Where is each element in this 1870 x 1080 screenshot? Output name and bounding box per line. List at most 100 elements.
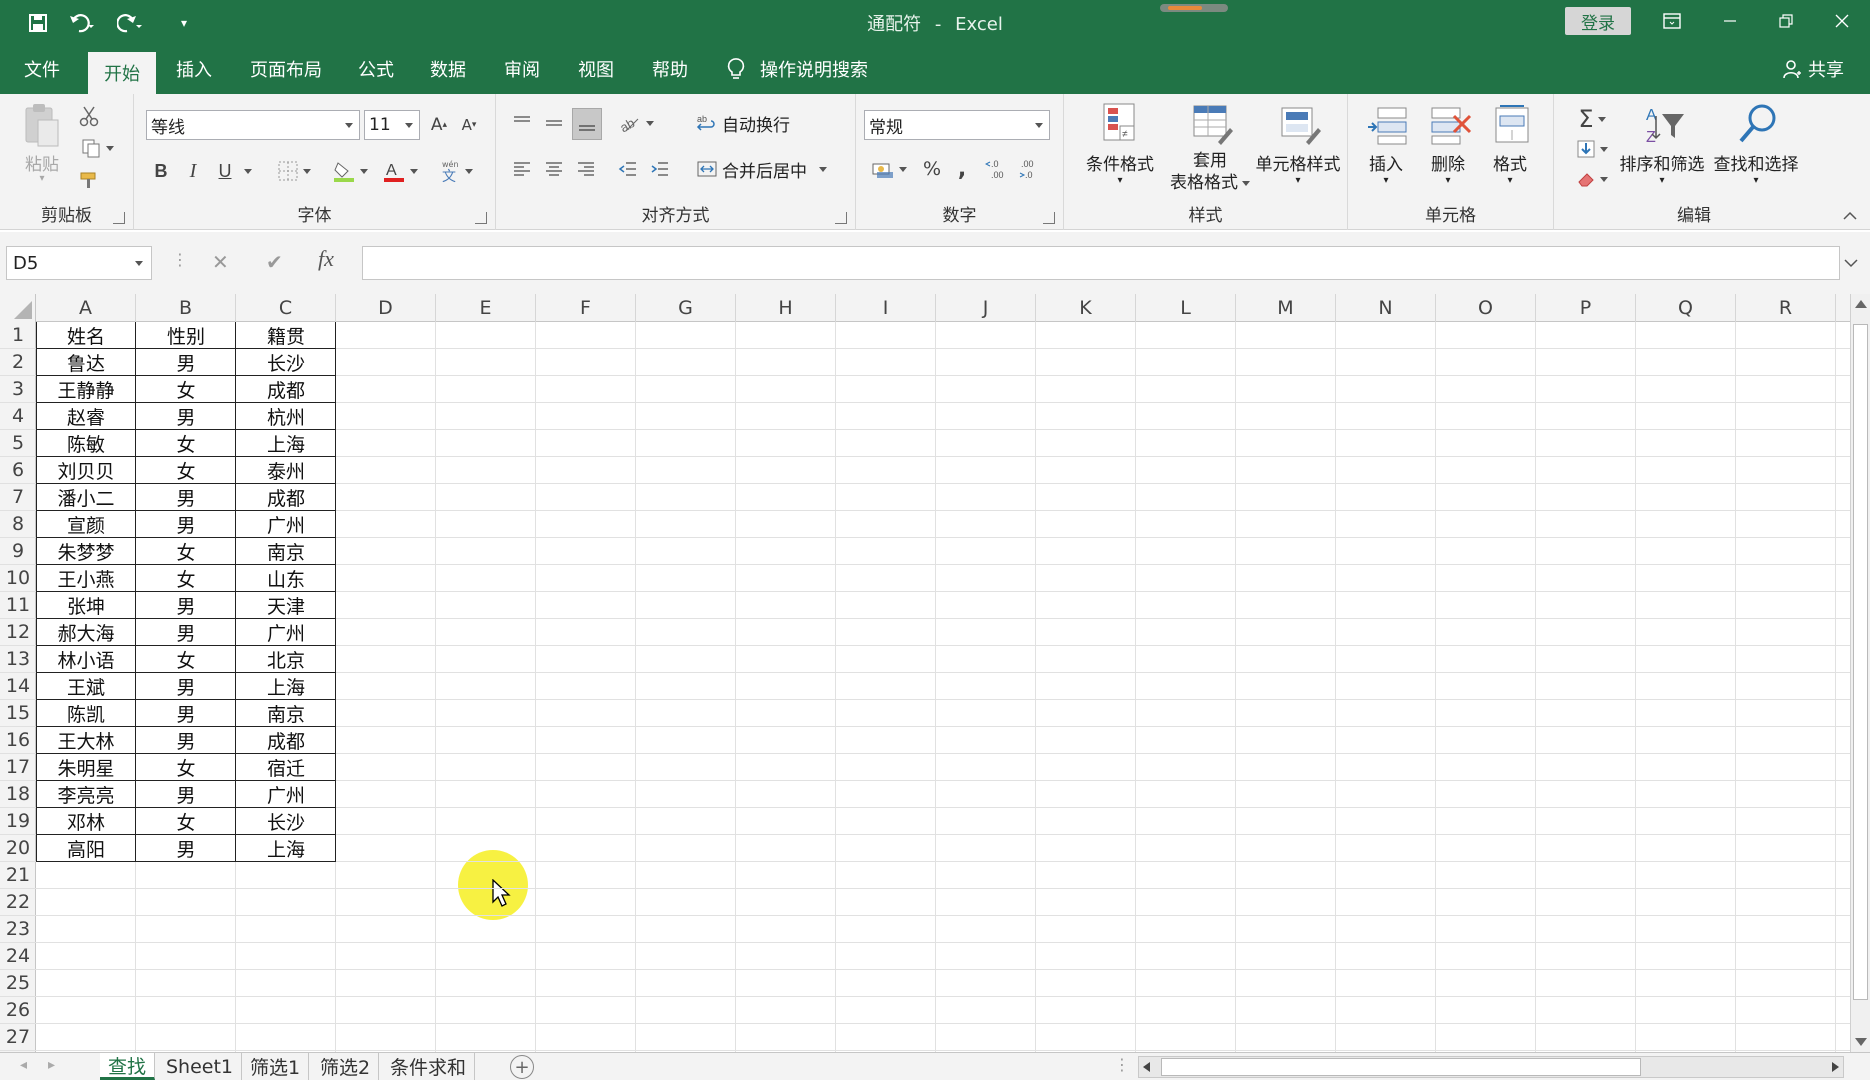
bold-button[interactable]: B xyxy=(148,156,174,186)
row-header-11[interactable]: 11 xyxy=(0,592,36,619)
column-header-a[interactable]: A xyxy=(36,294,136,322)
restore-icon[interactable] xyxy=(1766,6,1806,36)
row-header-18[interactable]: 18 xyxy=(0,781,36,808)
tab-data[interactable]: 数据 xyxy=(430,54,466,84)
cell-c3[interactable]: 成都 xyxy=(236,376,336,403)
collapse-ribbon-icon[interactable] xyxy=(1840,206,1860,226)
cell-b19[interactable]: 女 xyxy=(136,808,236,835)
merge-center-button[interactable]: 合并后居中 xyxy=(696,154,842,184)
font-size-combo[interactable]: 11 xyxy=(364,110,420,140)
cell-c20[interactable]: 上海 xyxy=(236,835,336,862)
column-header-d[interactable]: D xyxy=(336,294,436,322)
login-button[interactable]: 登录 xyxy=(1565,7,1631,35)
format-cells-button[interactable]: 格式 ▾ xyxy=(1478,102,1542,187)
cell-a8[interactable]: 宣颜 xyxy=(36,511,136,538)
cell-c5[interactable]: 上海 xyxy=(236,430,336,457)
minimize-icon[interactable] xyxy=(1710,6,1750,36)
cancel-entry-icon[interactable]: ✕ xyxy=(212,250,229,274)
tab-formulas[interactable]: 公式 xyxy=(358,54,394,84)
sheet-tab-find[interactable]: 查找 xyxy=(100,1053,156,1080)
cell-c10[interactable]: 山东 xyxy=(236,565,336,592)
cell-c8[interactable]: 广州 xyxy=(236,511,336,538)
increase-decimal-icon[interactable]: .0.00 xyxy=(982,154,1012,184)
font-name-combo[interactable]: 等线 xyxy=(146,110,360,140)
row-header-25[interactable]: 25 xyxy=(0,970,36,997)
cell-b3[interactable]: 女 xyxy=(136,376,236,403)
row-header-4[interactable]: 4 xyxy=(0,403,36,430)
cell-c14[interactable]: 上海 xyxy=(236,673,336,700)
formula-input[interactable] xyxy=(362,246,1840,280)
cell-b2[interactable]: 男 xyxy=(136,349,236,376)
column-header-p[interactable]: P xyxy=(1536,294,1636,322)
format-painter-icon[interactable] xyxy=(74,166,104,194)
name-box[interactable]: D5 xyxy=(6,246,152,280)
cell-b12[interactable]: 男 xyxy=(136,619,236,646)
column-header-f[interactable]: F xyxy=(536,294,636,322)
cell-c15[interactable]: 南京 xyxy=(236,700,336,727)
row-header-23[interactable]: 23 xyxy=(0,916,36,943)
tab-file[interactable]: 文件 xyxy=(24,54,60,84)
column-header-n[interactable]: N xyxy=(1336,294,1436,322)
row-header-27[interactable]: 27 xyxy=(0,1024,36,1051)
cell-a17[interactable]: 朱明星 xyxy=(36,754,136,781)
cell-b9[interactable]: 女 xyxy=(136,538,236,565)
row-header-21[interactable]: 21 xyxy=(0,862,36,889)
italic-button[interactable]: I xyxy=(180,156,206,186)
column-header-h[interactable]: H xyxy=(736,294,836,322)
fill-color-icon[interactable] xyxy=(328,156,372,186)
align-middle-icon[interactable] xyxy=(540,108,568,138)
row-header-26[interactable]: 26 xyxy=(0,997,36,1024)
horizontal-scroll-thumb[interactable] xyxy=(1161,1058,1641,1076)
row-header-15[interactable]: 15 xyxy=(0,700,36,727)
paste-button[interactable]: 粘贴 ▾ xyxy=(4,102,80,184)
format-as-table-button[interactable]: 套用 表格格式 xyxy=(1164,102,1256,194)
cell-c16[interactable]: 成都 xyxy=(236,727,336,754)
cell-c19[interactable]: 长沙 xyxy=(236,808,336,835)
tab-page-layout[interactable]: 页面布局 xyxy=(250,54,322,84)
cell-b4[interactable]: 男 xyxy=(136,403,236,430)
wrap-text-button[interactable]: ab 自动换行 xyxy=(696,108,816,138)
tab-review[interactable]: 审阅 xyxy=(504,54,540,84)
cell-c12[interactable]: 广州 xyxy=(236,619,336,646)
cell-c4[interactable]: 杭州 xyxy=(236,403,336,430)
column-header-l[interactable]: L xyxy=(1136,294,1236,322)
share-button[interactable]: 共享 xyxy=(1782,56,1844,82)
column-header-m[interactable]: M xyxy=(1236,294,1336,322)
row-header-12[interactable]: 12 xyxy=(0,619,36,646)
cell-b13[interactable]: 女 xyxy=(136,646,236,673)
cell-b20[interactable]: 男 xyxy=(136,835,236,862)
column-header-g[interactable]: G xyxy=(636,294,736,322)
prev-sheet-icon[interactable]: ◂ xyxy=(20,1057,27,1073)
row-header-10[interactable]: 10 xyxy=(0,565,36,592)
increase-font-size-icon[interactable]: A ▴ xyxy=(426,110,452,140)
cell-b5[interactable]: 女 xyxy=(136,430,236,457)
cell-a1[interactable]: 姓名 xyxy=(36,322,136,349)
cell-b1[interactable]: 性别 xyxy=(136,322,236,349)
cell-a3[interactable]: 王静静 xyxy=(36,376,136,403)
scroll-left-icon[interactable] xyxy=(1143,1062,1150,1072)
copy-icon[interactable] xyxy=(74,134,120,162)
delete-cells-button[interactable]: 删除 ▾ xyxy=(1416,102,1480,187)
cell-b6[interactable]: 女 xyxy=(136,457,236,484)
cell-a2[interactable]: 鲁达 xyxy=(36,349,136,376)
row-header-20[interactable]: 20 xyxy=(0,835,36,862)
cell-c11[interactable]: 天津 xyxy=(236,592,336,619)
row-header-1[interactable]: 1 xyxy=(0,322,36,349)
scroll-right-icon[interactable] xyxy=(1832,1062,1839,1072)
accounting-format-icon[interactable] xyxy=(866,154,912,184)
column-header-b[interactable]: B xyxy=(136,294,236,322)
row-header-6[interactable]: 6 xyxy=(0,457,36,484)
clipboard-launcher-icon[interactable] xyxy=(113,212,125,224)
cell-a20[interactable]: 高阳 xyxy=(36,835,136,862)
insert-cells-button[interactable]: 插入 ▾ xyxy=(1354,102,1418,187)
row-header-19[interactable]: 19 xyxy=(0,808,36,835)
sheet-tab-sheet1[interactable]: Sheet1 xyxy=(158,1053,243,1080)
clear-icon[interactable] xyxy=(1570,164,1614,194)
row-header-3[interactable]: 3 xyxy=(0,376,36,403)
column-header-r[interactable]: R xyxy=(1736,294,1836,322)
expand-formula-bar-icon[interactable] xyxy=(1840,252,1862,274)
row-header-5[interactable]: 5 xyxy=(0,430,36,457)
cut-icon[interactable] xyxy=(74,102,104,130)
cell-a12[interactable]: 郝大海 xyxy=(36,619,136,646)
conditional-formatting-button[interactable]: ≠ 条件格式 ▾ xyxy=(1074,102,1166,187)
